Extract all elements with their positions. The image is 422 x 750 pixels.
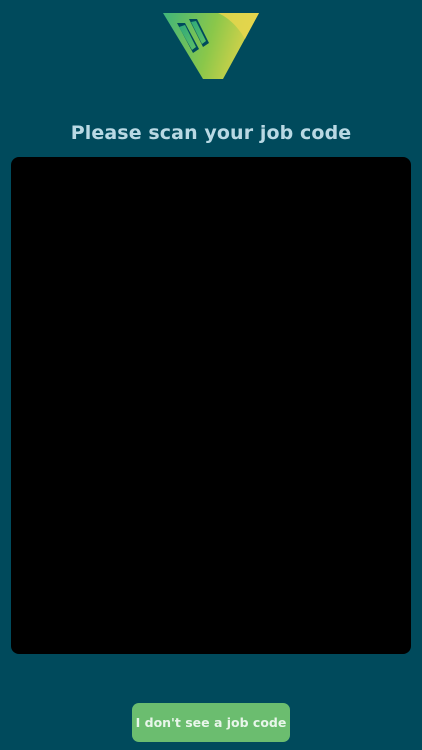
page-title: Please scan your job code	[70, 122, 352, 144]
camera-scanner-view	[11, 157, 411, 654]
v-logo-graphic	[163, 13, 259, 79]
no-job-code-button[interactable]: I don't see a job code	[132, 703, 290, 742]
v-logo-icon	[163, 13, 259, 80]
